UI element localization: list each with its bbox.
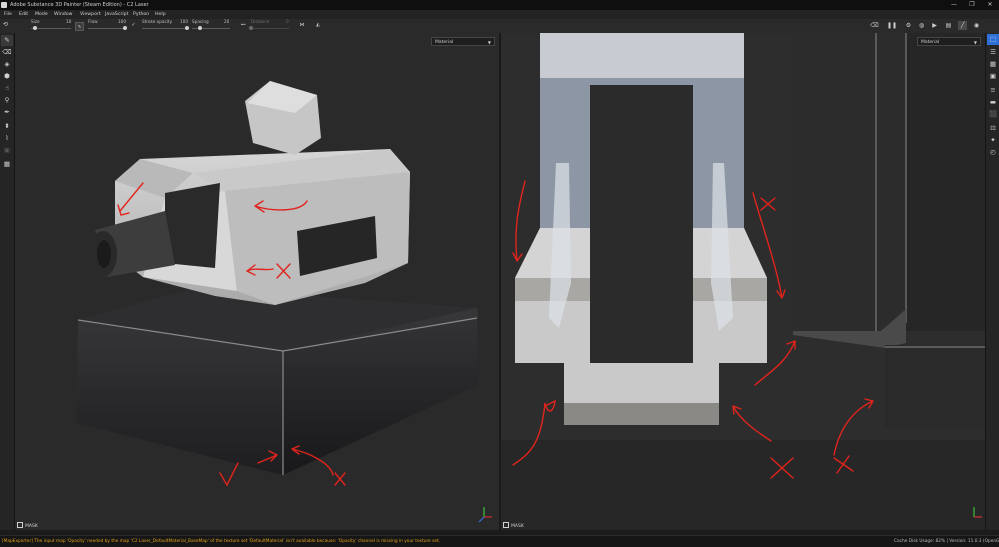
mask-label: MASK <box>25 524 38 529</box>
symmetry-mirror-icon[interactable]: ◭ <box>314 22 322 29</box>
layout-icon[interactable]: ▤ <box>944 21 953 30</box>
menu-javascript[interactable]: JavaScript <box>105 10 129 19</box>
menu-help[interactable]: Help <box>155 10 166 19</box>
flow-label: Flow <box>88 19 98 24</box>
distance-label: Distance <box>251 19 270 24</box>
lazy-mouse-icon[interactable]: ⊷ <box>240 22 247 29</box>
menu-file[interactable]: File <box>4 10 12 19</box>
close-button[interactable]: ✕ <box>981 0 999 10</box>
status-warning-message[interactable]: [MapExporter] The input map 'Opacity' ne… <box>2 537 440 546</box>
status-cache-info: Cache Disk Usage: 82% | Version: 11.0.3 … <box>894 539 999 544</box>
spacing-slider-knob[interactable] <box>197 26 202 30</box>
model-render-3d <box>76 81 492 523</box>
mask-checkbox[interactable] <box>17 522 23 528</box>
layers-panel-icon[interactable]: ☰ <box>987 47 999 58</box>
restore-button[interactable]: ❐ <box>963 0 981 10</box>
smudge-tool-icon[interactable]: ☝ <box>1 83 13 94</box>
mask-label: MASK <box>511 524 524 529</box>
log-panel-icon[interactable]: ◴ <box>987 147 999 158</box>
display-panel-icon[interactable]: ▬ <box>987 97 999 108</box>
viewport-3d-mask-toggle[interactable]: MASK <box>17 522 38 529</box>
status-bar: [MapExporter] The input map 'Opacity' ne… <box>0 535 999 547</box>
flow-value[interactable]: 100 <box>118 19 126 25</box>
environment-icon[interactable]: ◍ <box>917 21 926 30</box>
menu-python[interactable]: Python <box>133 10 149 19</box>
picker-tool-icon[interactable]: ✒ <box>1 107 13 118</box>
camera-icon[interactable]: ▶ <box>930 21 939 30</box>
path-tool-icon[interactable]: ⌇ <box>1 133 13 144</box>
spacing-value[interactable]: 20 <box>224 19 229 25</box>
texture-set-panel-icon[interactable]: ▦ <box>987 59 999 70</box>
viewport-3d[interactable]: Material ▼ MASK <box>15 33 499 530</box>
menu-viewport[interactable]: Viewport <box>80 10 101 19</box>
chevron-down-icon: ▼ <box>487 40 491 45</box>
stroke-opacity-slider-knob[interactable] <box>185 26 189 30</box>
pen-pressure-size-toggle[interactable]: ✎ <box>75 22 84 31</box>
stroke-opacity-slider[interactable] <box>142 28 187 29</box>
title-bar: Adobe Substance 3D Painter (Steam Editio… <box>0 0 999 10</box>
menu-edit[interactable]: Edit <box>19 10 28 19</box>
distance-slider-knob[interactable] <box>249 26 253 30</box>
reset-view-icon[interactable]: ⌫ <box>870 21 879 30</box>
clone-stamp-icon[interactable]: ⚲ <box>1 95 13 106</box>
symmetry-x-icon[interactable]: ⋈ <box>298 22 306 29</box>
baking-tool-icon[interactable]: ▣ <box>1 145 13 156</box>
settings-tool-icon[interactable]: ▦ <box>1 159 13 170</box>
bake-panel-icon[interactable]: ⬛ <box>987 109 999 120</box>
tools-sidebar: ✎ ⌫ ◈ ⬢ ☝ ⚲ ✒ ⬍ ⌇ ▣ ▦ <box>0 33 15 530</box>
viewport-2d-channel-value: Material <box>921 40 940 45</box>
uv-texture-render-2d <box>501 33 985 518</box>
shelf-panel-icon[interactable]: ⬚ <box>987 34 999 45</box>
distance-slider[interactable] <box>251 28 289 29</box>
screenshot-icon[interactable]: ◉ <box>972 21 981 30</box>
viewport-3d-channel-value: Material <box>435 40 454 45</box>
size-slider-knob[interactable] <box>33 26 37 30</box>
distance-value[interactable]: 0 <box>286 19 289 25</box>
eraser-tool-icon[interactable]: ⌫ <box>1 47 13 58</box>
chevron-down-icon: ▼ <box>973 40 977 45</box>
paint-brush-tool-icon[interactable]: ✎ <box>1 35 13 46</box>
viewport-3d-channel-select[interactable]: Material ▼ <box>431 37 495 46</box>
projection-tool-icon[interactable]: ◈ <box>1 59 13 70</box>
menu-window[interactable]: Window <box>54 10 72 19</box>
mask-checkbox[interactable] <box>503 522 509 528</box>
size-slider[interactable] <box>31 28 71 29</box>
minimize-button[interactable]: — <box>945 0 963 10</box>
viewport-2d[interactable]: Material ▼ MASK <box>501 33 985 530</box>
viewer-settings-icon[interactable]: ⊡ <box>987 123 999 134</box>
app-logo-icon <box>1 2 7 8</box>
flow-slider-knob[interactable] <box>123 26 127 30</box>
menu-bar: File Edit Mode Window Viewport JavaScrip… <box>0 10 999 19</box>
flow-slider[interactable] <box>88 28 125 29</box>
history-panel-icon[interactable]: ≡ <box>987 85 999 96</box>
properties-panel-icon[interactable]: ▣ <box>987 71 999 82</box>
spacing-label: Spacing <box>192 19 209 24</box>
stroke-opacity-label: Stroke opacity <box>142 19 173 24</box>
geometry-fill-icon[interactable]: ⬢ <box>1 71 13 82</box>
menu-mode[interactable]: Mode <box>35 10 48 19</box>
size-value[interactable]: 10 <box>66 19 71 25</box>
flow-pressure-icon[interactable]: ✓ <box>130 22 137 29</box>
environment-panel-icon[interactable]: ✦ <box>987 135 999 146</box>
viewport-2d-mask-toggle[interactable]: MASK <box>503 522 524 529</box>
panels-sidebar: ⬚ ☰ ▦ ▣ ≡ ▬ ⬛ ⊡ ✦ ◴ <box>985 33 999 530</box>
transform-tool-icon[interactable]: ⬍ <box>1 121 13 132</box>
symmetry-icon[interactable]: ⟲ <box>3 21 11 29</box>
stroke-opacity-value[interactable]: 100 <box>180 19 188 25</box>
brush-view-icon[interactable]: ╱ <box>958 21 967 30</box>
pause-render-icon[interactable]: ❚❚ <box>887 21 897 30</box>
viewport-2d-channel-select[interactable]: Material ▼ <box>917 37 981 46</box>
window-title: Adobe Substance 3D Painter (Steam Editio… <box>10 2 149 8</box>
display-settings-icon[interactable]: ⚙ <box>904 21 913 30</box>
tool-properties-bar: ⟲ Size 10 ✎ Flow 100 ✓ Stroke opacity 10… <box>0 19 999 34</box>
size-label: Size <box>31 19 40 24</box>
